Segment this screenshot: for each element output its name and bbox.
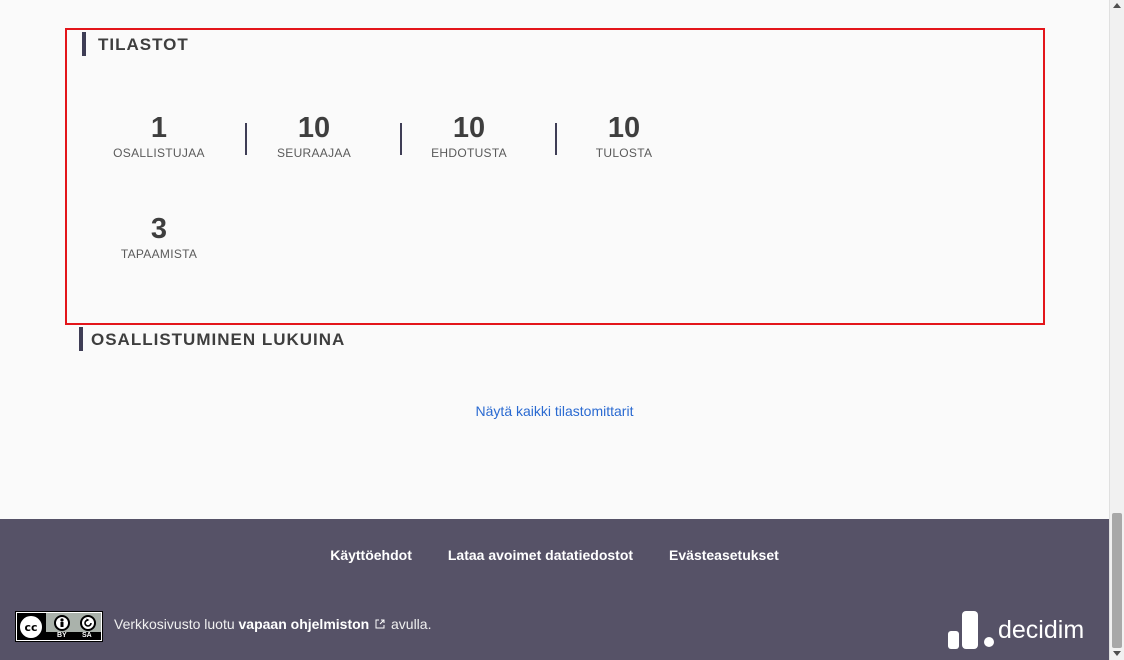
open-data-link[interactable]: Lataa avoimet datatiedostot [448, 547, 633, 563]
stat-value: 3 [150, 213, 168, 245]
main-content: TILASTOT 1 OSALLISTUJAA 10 SEURAAJAA 10 … [0, 0, 1109, 519]
decidim-logo[interactable]: decidim [946, 609, 1096, 651]
cc-icon: cc [18, 614, 44, 640]
stat-value: 10 [297, 112, 331, 144]
terms-link[interactable]: Käyttöehdot [330, 547, 412, 563]
heading-accent-bar [79, 327, 83, 351]
cookie-settings-link[interactable]: Evästeasetukset [669, 547, 779, 563]
decidim-logo-text: decidim [998, 616, 1085, 644]
stat-proposals: 10 EHDOTUSTA [394, 112, 544, 160]
vertical-scrollbar[interactable] [1109, 0, 1124, 660]
svg-text:cc: cc [24, 621, 37, 634]
stat-value: 10 [607, 112, 641, 144]
stat-label: EHDOTUSTA [431, 146, 507, 160]
attribution-icon [54, 615, 70, 631]
scroll-down-arrow-icon[interactable] [1113, 651, 1121, 656]
creative-commons-license-icon[interactable]: cc BY SA [15, 611, 103, 642]
stat-label: TULOSTA [595, 146, 653, 160]
stat-label: OSALLISTUJAA [113, 146, 205, 160]
stat-value: 1 [150, 112, 168, 144]
heading-accent-bar [82, 32, 86, 56]
participation-title: OSALLISTUMINEN LUKUINA [91, 330, 346, 349]
stat-meetings: 3 TAPAAMISTA [84, 213, 234, 261]
footer-links: Käyttöehdot Lataa avoimet datatiedostot … [0, 547, 1109, 563]
made-with-suffix: avulla. [391, 616, 432, 632]
footer: Käyttöehdot Lataa avoimet datatiedostot … [0, 519, 1109, 660]
stat-label: TAPAAMISTA [120, 247, 198, 261]
made-with-prefix: Verkkosivusto luotu [114, 616, 235, 632]
stat-value: 10 [452, 112, 486, 144]
scrollbar-thumb[interactable] [1112, 513, 1122, 648]
stat-participants: 1 OSALLISTUJAA [84, 112, 234, 160]
free-software-link[interactable]: vapaan ohjelmiston [239, 616, 370, 632]
stat-results: 10 TULOSTA [549, 112, 699, 160]
made-with-text: Verkkosivusto luotu vapaan ohjelmiston a… [114, 616, 431, 632]
share-alike-icon [80, 615, 96, 631]
external-link-icon [375, 619, 385, 632]
sa-label: SA [82, 632, 92, 639]
show-all-metrics-link[interactable]: Näytä kaikki tilastomittarit [0, 403, 1109, 419]
by-label: BY [57, 632, 67, 639]
stat-followers: 10 SEURAAJAA [239, 112, 389, 160]
scroll-up-arrow-icon[interactable] [1113, 3, 1121, 8]
statistics-highlight-box [65, 28, 1045, 325]
stat-label: SEURAAJAA [276, 146, 352, 160]
statistics-title: TILASTOT [98, 35, 189, 54]
